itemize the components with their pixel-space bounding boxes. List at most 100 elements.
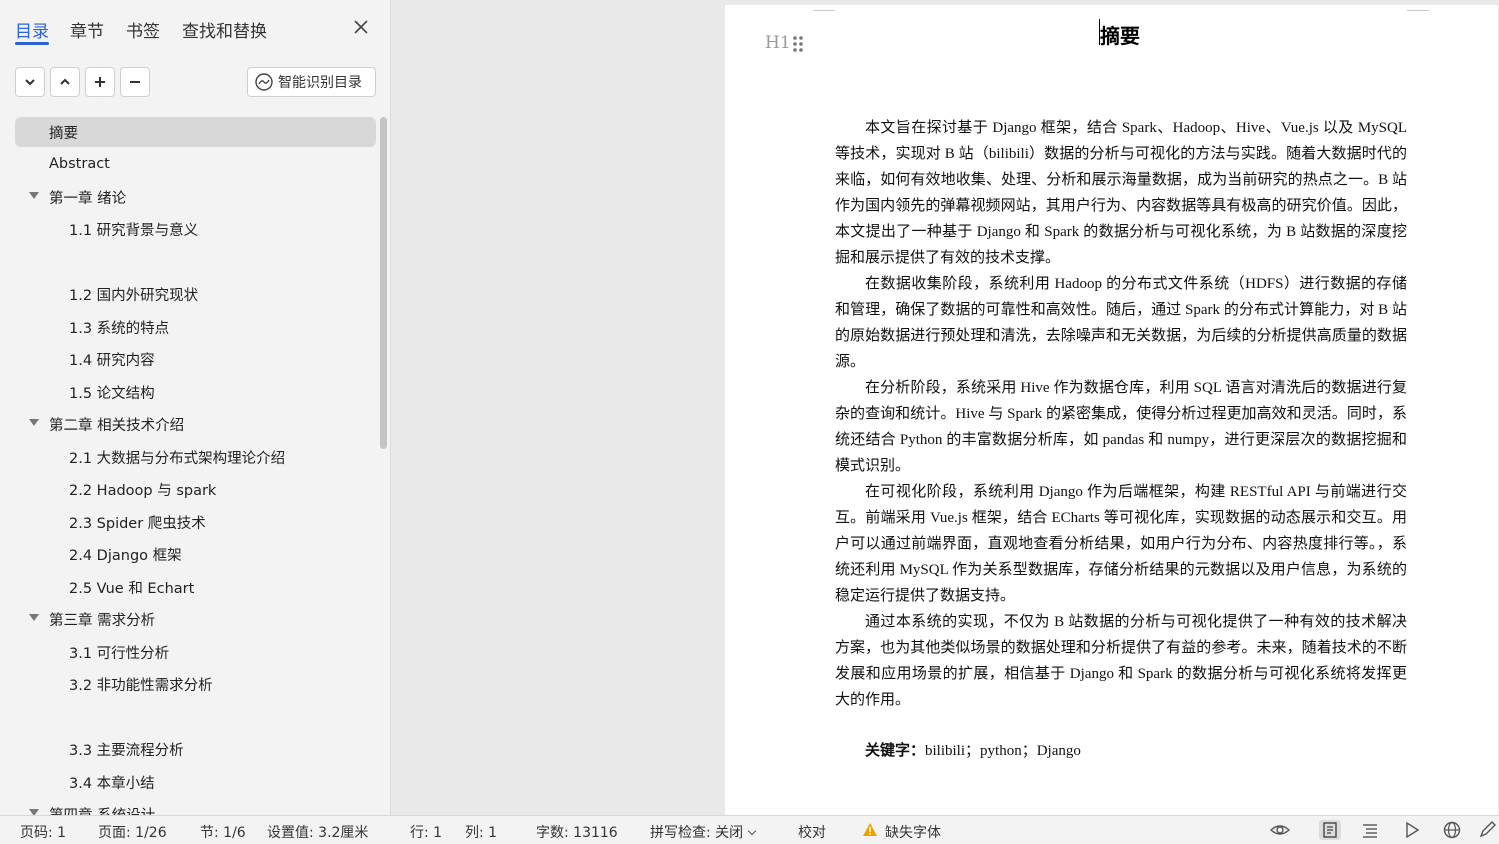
spellcheck-dropdown[interactable]: 拼写检查: 关闭	[650, 822, 757, 842]
plus-icon	[95, 77, 105, 87]
navigation-pane: 目录 章节 书签 查找和替换 智能识别目录 摘要 Abstract 第一章 绪论…	[0, 0, 391, 815]
close-icon[interactable]	[350, 16, 372, 38]
toc-item-chapter-1[interactable]: 第一章 绪论	[15, 182, 376, 212]
toc-item-label: 1.3 系统的特点	[69, 320, 170, 337]
ai-icon	[255, 73, 273, 91]
toc-item-1-4[interactable]: 1.4 研究内容	[15, 344, 376, 374]
nav-tabs: 目录 章节 书签 查找和替换	[0, 0, 391, 50]
document-title[interactable]: 摘要	[1100, 20, 1140, 49]
toc-item-chapter-3[interactable]: 第三章 需求分析	[15, 604, 376, 634]
toc-item-label: 2.4 Django 框架	[69, 547, 182, 564]
status-setting-value[interactable]: 设置值: 3.2厘米	[267, 822, 368, 842]
chevron-down-icon	[25, 79, 35, 86]
toc-item-label: 摘要	[49, 125, 78, 142]
crop-mark	[1407, 5, 1429, 11]
status-column: 列: 1	[465, 825, 498, 841]
document-page[interactable]: H1 摘要 本文旨在探讨基于 Django 框架，结合 Spark、Hadoop…	[725, 5, 1498, 815]
expand-down-button[interactable]	[15, 67, 45, 97]
tab-chapters[interactable]: 章节	[70, 17, 104, 42]
toc-tree: 摘要 Abstract 第一章 绪论 1.1 研究背景与意义 1.2 国内外研究…	[0, 112, 378, 815]
toc-item-3-4[interactable]: 3.4 本章小结	[15, 767, 376, 797]
paragraph[interactable]: 在可视化阶段，系统利用 Django 作为后端框架，构建 RESTful API…	[835, 479, 1407, 609]
toc-item-3-3[interactable]: 3.3 主要流程分析	[15, 734, 376, 764]
toc-item-label: 第一章 绪论	[49, 190, 127, 207]
toc-item-2-5[interactable]: 2.5 Vue 和 Echart	[15, 572, 376, 602]
status-row: 行: 1	[410, 825, 443, 841]
drag-handle-icon[interactable]	[792, 35, 804, 53]
active-tab-indicator	[15, 42, 49, 45]
keywords-line[interactable]: 关键字：bilibili；python；Django	[865, 739, 1081, 760]
toc-scrollbar[interactable]	[380, 117, 387, 449]
status-page-number[interactable]: 页码: 1	[20, 822, 66, 842]
toc-item-label: Abstract	[49, 156, 110, 172]
toc-item-label: 第二章 相关技术介绍	[49, 417, 185, 434]
toc-item-2-3[interactable]: 2.3 Spider 爬虫技术	[15, 507, 376, 537]
status-bar: 页码: 1 页面: 1/26 节: 1/6 设置值: 3.2厘米 行: 1 列:…	[0, 815, 1499, 844]
expand-arrow-icon[interactable]	[29, 192, 39, 199]
crop-mark	[813, 5, 835, 11]
tab-bookmarks[interactable]: 书签	[126, 17, 160, 42]
toc-item-label: 第四章 系统设计	[49, 804, 155, 816]
eye-icon[interactable]	[1269, 820, 1291, 840]
paragraph[interactable]: 本文旨在探讨基于 Django 框架，结合 Spark、Hadoop、Hive、…	[835, 115, 1407, 271]
toc-item-3-2[interactable]: 3.2 非功能性需求分析	[15, 669, 376, 699]
toc-item-label: 3.3 主要流程分析	[69, 742, 184, 759]
toc-item-label: 2.3 Spider 爬虫技术	[69, 515, 206, 532]
chevron-up-icon	[60, 78, 70, 85]
toc-item-2-4[interactable]: 2.4 Django 框架	[15, 539, 376, 569]
toc-item-abstract-cn[interactable]: 摘要	[15, 117, 376, 147]
expand-arrow-icon[interactable]	[29, 419, 39, 426]
toc-item-1-3[interactable]: 1.3 系统的特点	[15, 312, 376, 342]
toc-item-chapter-2[interactable]: 第二章 相关技术介绍	[15, 409, 376, 439]
pen-icon[interactable]	[1477, 820, 1499, 840]
toc-item-label: 1.2 国内外研究现状	[69, 287, 199, 304]
expand-arrow-icon[interactable]	[29, 614, 39, 621]
toc-item-label: 1.5 论文结构	[69, 385, 155, 402]
toc-item-1-1[interactable]: 1.1 研究背景与意义	[15, 214, 376, 244]
keywords-value: bilibili；python；Django	[925, 743, 1081, 759]
status-word-count[interactable]: 字数: 13116	[536, 822, 618, 842]
toc-item-abstract-en[interactable]: Abstract	[15, 149, 376, 179]
minus-icon	[130, 81, 140, 83]
paragraph[interactable]: 通过本系统的实现，不仅为 B 站数据的分析与可视化提供了一种有效的技术解决方案，…	[835, 609, 1407, 713]
toc-item-label: 1.4 研究内容	[69, 352, 155, 369]
smart-toc-label: 智能识别目录	[278, 75, 362, 91]
proofread-button[interactable]: 校对	[798, 822, 826, 842]
document-body[interactable]: 本文旨在探讨基于 Django 框架，结合 Spark、Hadoop、Hive、…	[835, 115, 1407, 713]
chevron-down-icon	[747, 826, 757, 836]
heading-level-marker[interactable]: H1	[765, 33, 791, 53]
toc-item-label: 3.1 可行性分析	[69, 645, 170, 662]
collapse-up-button[interactable]	[50, 67, 80, 97]
play-icon[interactable]	[1401, 820, 1423, 840]
status-pages[interactable]: 页面: 1/26	[98, 822, 167, 842]
toc-item-label: 3.2 非功能性需求分析	[69, 677, 213, 694]
spellcheck-label: 拼写检查: 关闭	[650, 825, 744, 841]
toc-item-label: 第三章 需求分析	[49, 612, 156, 629]
warning-icon	[863, 823, 877, 836]
paragraph[interactable]: 在数据收集阶段，系统利用 Hadoop 的分布式文件系统（HDFS）进行数据的存…	[835, 271, 1407, 375]
toc-item-2-1[interactable]: 2.1 大数据与分布式架构理论介绍	[15, 442, 376, 472]
add-heading-button[interactable]	[85, 67, 115, 97]
missing-font-button[interactable]: 缺失字体	[885, 822, 941, 842]
smart-toc-button[interactable]: 智能识别目录	[247, 67, 376, 97]
globe-icon[interactable]	[1441, 820, 1463, 840]
remove-heading-button[interactable]	[120, 67, 150, 97]
tab-find-replace[interactable]: 查找和替换	[182, 17, 267, 42]
status-section[interactable]: 节: 1/6	[200, 822, 246, 842]
toc-item-3-1[interactable]: 3.1 可行性分析	[15, 637, 376, 667]
keywords-label: 关键字：	[865, 743, 926, 759]
toc-item-2-2[interactable]: 2.2 Hadoop 与 spark	[15, 474, 376, 504]
toc-item-1-2[interactable]: 1.2 国内外研究现状	[15, 279, 376, 309]
page-view-icon[interactable]	[1319, 820, 1341, 840]
outline-view-icon[interactable]	[1359, 820, 1381, 840]
toc-item-chapter-4[interactable]: 第四章 系统设计	[15, 799, 376, 815]
toc-item-label: 2.5 Vue 和 Echart	[69, 580, 195, 597]
toc-item-label: 2.1 大数据与分布式架构理论介绍	[69, 450, 286, 467]
toc-item-label: 1.1 研究背景与意义	[69, 222, 199, 239]
toc-item-label: 2.2 Hadoop 与 spark	[69, 482, 217, 499]
toc-item-1-5[interactable]: 1.5 论文结构	[15, 377, 376, 407]
tab-toc[interactable]: 目录	[15, 17, 49, 42]
toc-item-label: 3.4 本章小结	[69, 775, 155, 792]
document-canvas[interactable]: H1 摘要 本文旨在探讨基于 Django 框架，结合 Spark、Hadoop…	[392, 0, 1499, 815]
paragraph[interactable]: 在分析阶段，系统采用 Hive 作为数据仓库，利用 SQL 语言对清洗后的数据进…	[835, 375, 1407, 479]
